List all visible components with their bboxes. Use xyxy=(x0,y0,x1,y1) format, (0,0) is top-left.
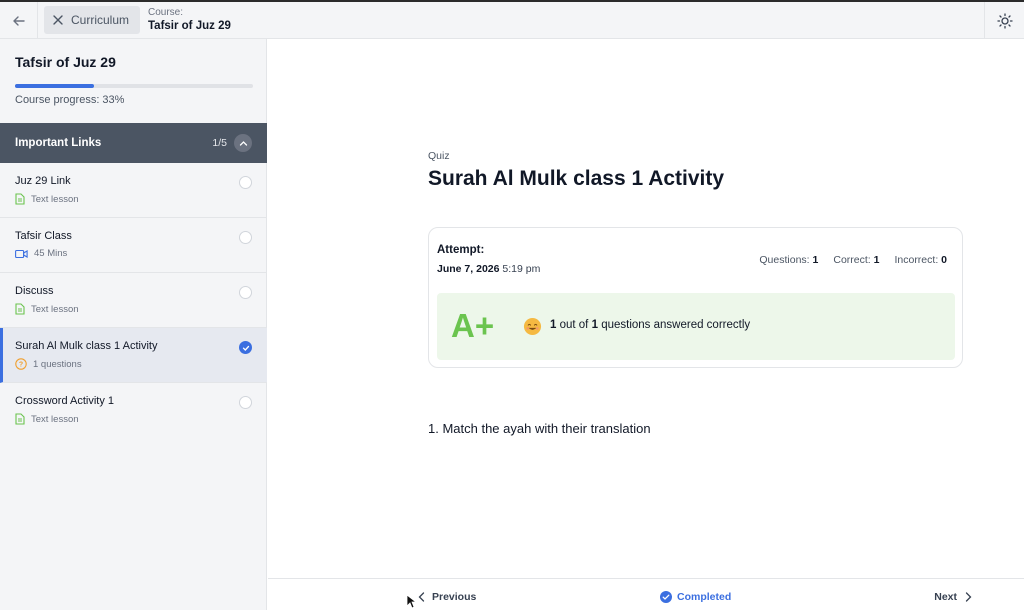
lesson-item-active[interactable]: Surah Al Mulk class 1 Activity ? 1 quest… xyxy=(0,328,267,383)
attempt-date-day: June 7, 2026 xyxy=(437,263,500,275)
lesson-meta-text: Text lesson xyxy=(31,303,79,315)
quiz-icon: ? xyxy=(15,358,27,370)
lesson-title: Crossword Activity 1 xyxy=(15,395,115,407)
correct-stat: Correct: 1 xyxy=(833,254,880,266)
smiley-icon xyxy=(523,317,542,336)
questions-stat: Questions: 1 xyxy=(759,254,819,266)
lesson-meta: Text lesson xyxy=(15,303,79,315)
lesson-meta-text: Text lesson xyxy=(31,413,79,425)
lesson-item[interactable]: Crossword Activity 1 Text lesson xyxy=(0,383,267,438)
course-caption: Course: xyxy=(148,7,184,18)
previous-label: Previous xyxy=(432,591,477,603)
attempt-time: 5:19 pm xyxy=(502,263,541,275)
previous-button[interactable]: Previous xyxy=(418,591,476,603)
section-title: Important Links xyxy=(15,137,102,149)
course-progress-bar xyxy=(15,84,253,88)
result-summary: 1 out of 1 questions answered correctly xyxy=(550,319,751,331)
attempt-card: Attempt: June 7, 2026 5:19 pm Questions:… xyxy=(428,227,963,368)
attempt-date: June 7, 2026 5:19 pm xyxy=(437,263,540,275)
video-icon xyxy=(15,249,28,258)
lesson-item[interactable]: Tafsir Class 45 Mins xyxy=(0,218,267,273)
lesson-meta: ? 1 questions xyxy=(15,358,82,370)
check-circle-icon xyxy=(239,341,252,354)
completed-label: Completed xyxy=(677,591,732,603)
lesson-status-circle xyxy=(239,286,252,299)
course-name: Tafsir of Juz 29 xyxy=(148,20,231,32)
page-title: Surah Al Mulk class 1 Activity xyxy=(428,167,725,190)
lesson-meta-text: 1 questions xyxy=(33,358,82,370)
result-box: A+ 1 out of 1 questions answered correct… xyxy=(437,293,955,360)
completed-status[interactable]: Completed xyxy=(660,591,731,603)
close-icon xyxy=(53,15,63,25)
lesson-meta: Text lesson xyxy=(15,193,79,205)
question-text: 1. Match the ayah with their translation xyxy=(428,421,651,436)
attempt-label: Attempt: xyxy=(437,244,485,256)
top-bar: Curriculum Course: Tafsir of Juz 29 xyxy=(0,0,1024,39)
curriculum-button[interactable]: Curriculum xyxy=(44,6,140,34)
lesson-item[interactable]: Juz 29 Link Text lesson xyxy=(0,163,267,218)
theme-toggle-button[interactable] xyxy=(984,2,1024,39)
check-circle-icon xyxy=(660,591,672,603)
lesson-title: Tafsir Class xyxy=(15,230,72,242)
lesson-title: Surah Al Mulk class 1 Activity xyxy=(15,340,158,352)
incorrect-stat: Incorrect: 0 xyxy=(894,254,947,266)
lesson-title: Discuss xyxy=(15,285,54,297)
next-button[interactable]: Next xyxy=(934,591,972,603)
course-progress-label: Course progress: 33% xyxy=(15,94,125,106)
lesson-meta-text: 45 Mins xyxy=(34,248,68,259)
sidebar-course-title: Tafsir of Juz 29 xyxy=(15,54,116,70)
grade-badge: A+ xyxy=(451,307,495,344)
lesson-item[interactable]: Discuss Text lesson xyxy=(0,273,267,328)
section-header-important-links[interactable]: Important Links 1/5 xyxy=(0,123,267,163)
lesson-title: Juz 29 Link xyxy=(15,175,71,187)
chevron-up-icon[interactable] xyxy=(234,134,252,152)
text-lesson-icon xyxy=(15,413,25,425)
course-progress-fill xyxy=(15,84,94,88)
lesson-meta: 45 Mins xyxy=(15,248,67,259)
bottom-navigation: Previous Completed Next xyxy=(268,578,1024,610)
lesson-status-circle xyxy=(239,396,252,409)
text-lesson-icon xyxy=(15,303,25,315)
content-type-label: Quiz xyxy=(428,150,450,162)
chevron-right-icon xyxy=(965,592,972,602)
back-button[interactable] xyxy=(0,2,38,39)
text-lesson-icon xyxy=(15,193,25,205)
chevron-left-icon xyxy=(418,592,425,602)
lesson-status-circle xyxy=(239,176,252,189)
lesson-meta-text: Text lesson xyxy=(31,193,79,205)
mouse-cursor-icon xyxy=(406,594,416,609)
svg-text:?: ? xyxy=(19,362,23,369)
attempt-stats: Questions: 1 Correct: 1 Incorrect: 0 xyxy=(759,254,947,266)
sun-icon xyxy=(996,12,1013,29)
curriculum-sidebar: Tafsir of Juz 29 Course progress: 33% Im… xyxy=(0,39,267,610)
lesson-meta: Text lesson xyxy=(15,413,79,425)
curriculum-label: Curriculum xyxy=(71,13,130,27)
section-count: 1/5 xyxy=(212,137,227,149)
next-label: Next xyxy=(934,591,957,603)
lesson-status-circle xyxy=(239,231,252,244)
arrow-left-icon xyxy=(12,15,25,26)
